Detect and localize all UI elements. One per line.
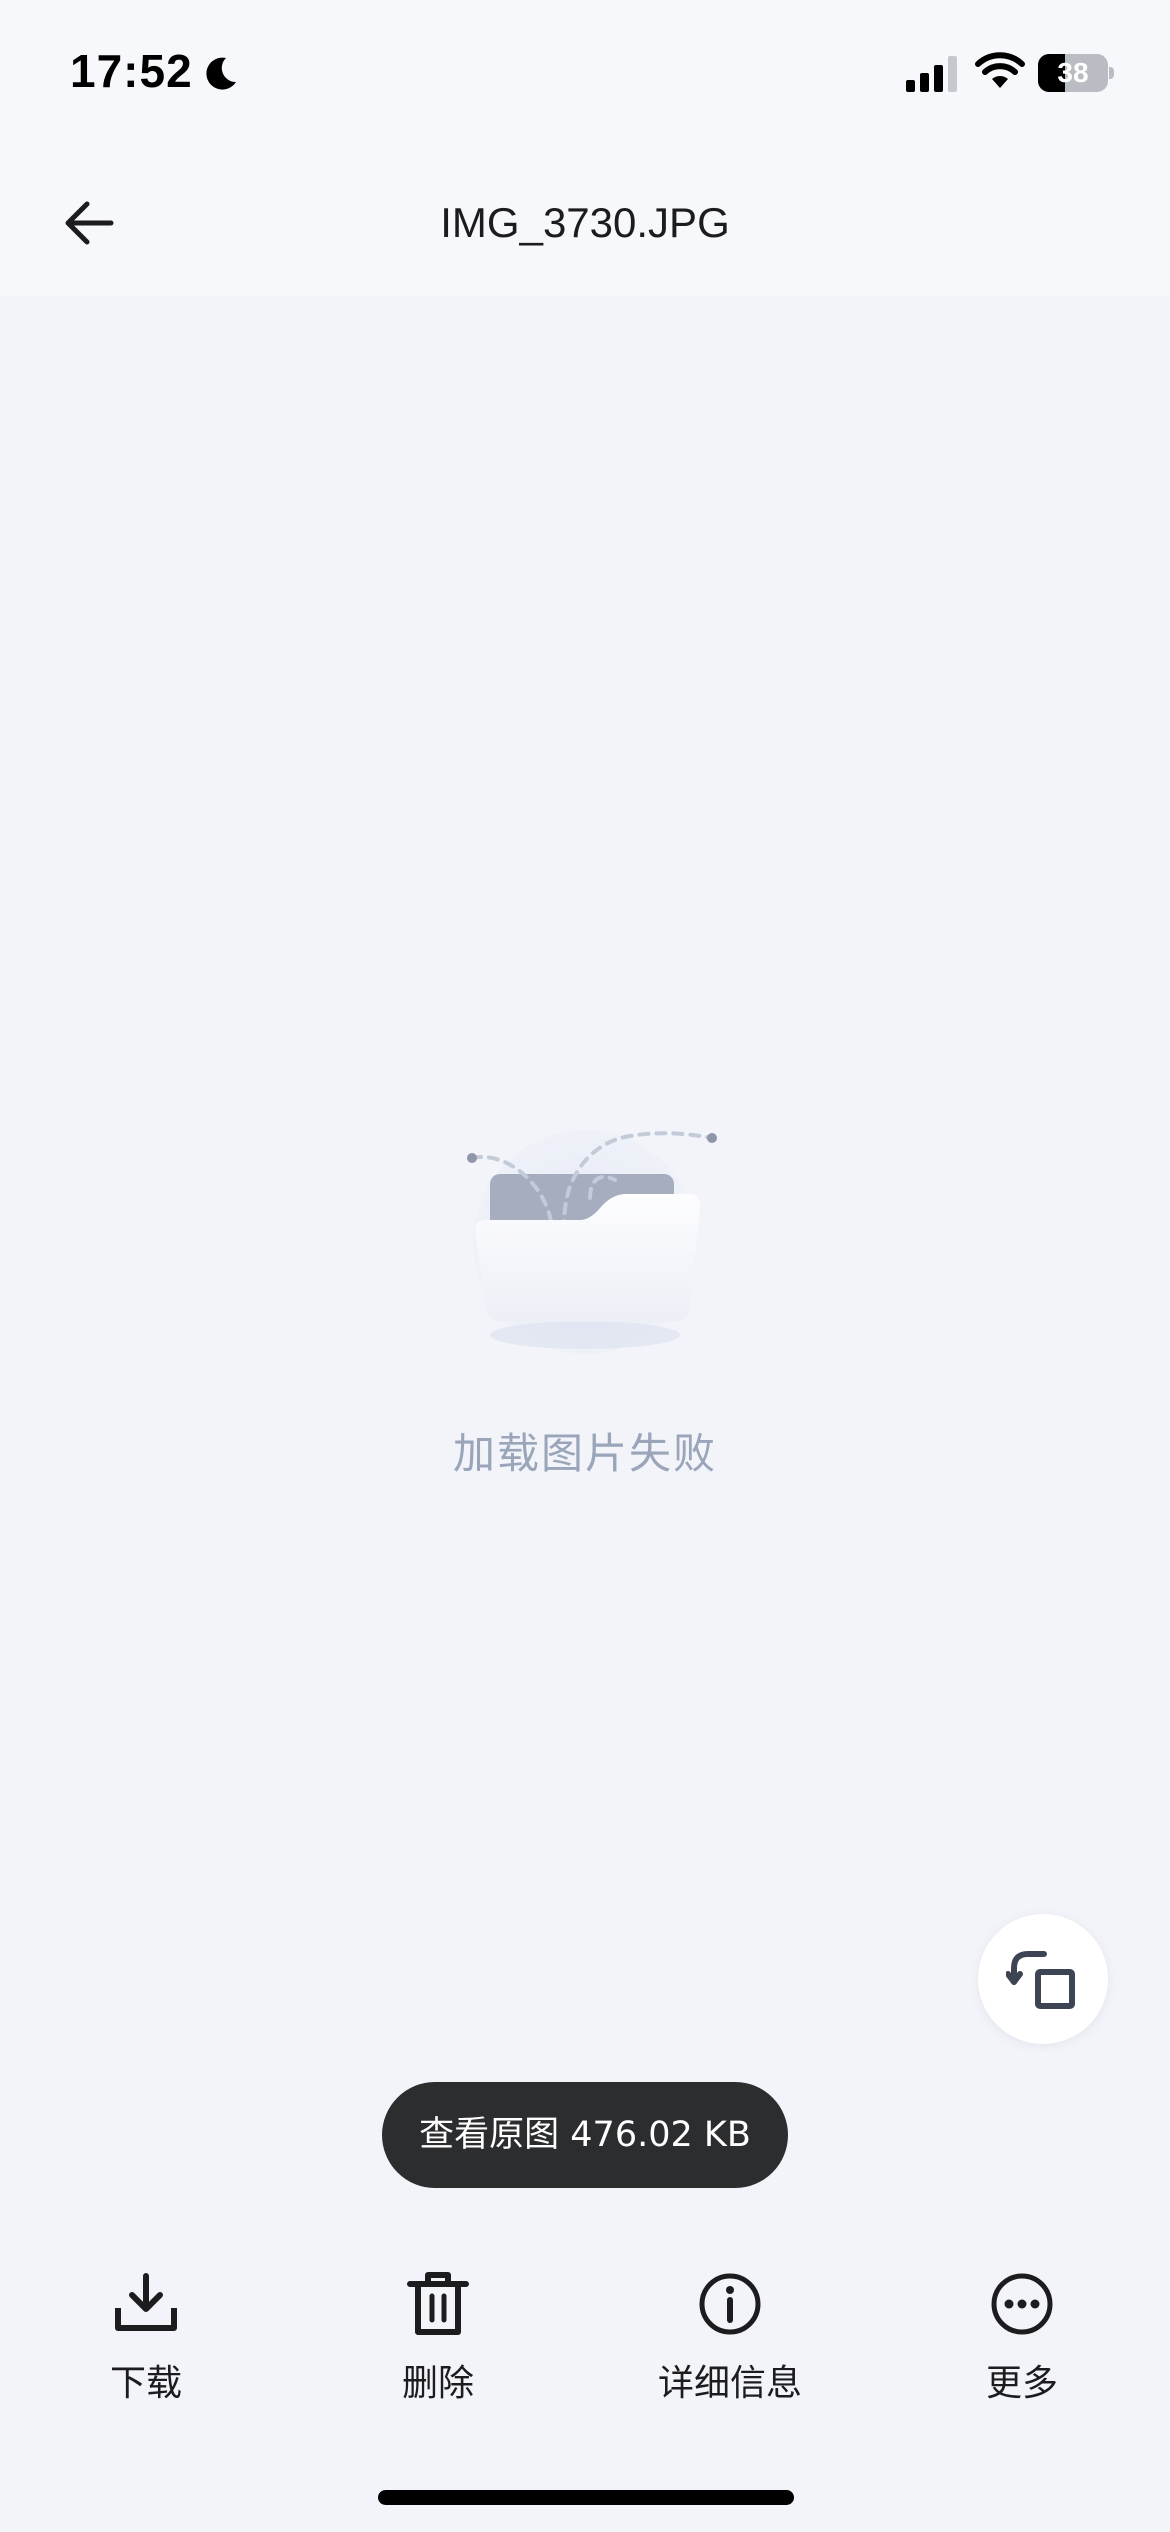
view-original-button[interactable]: 查看原图 476.02 KB [382,2082,788,2188]
rotate-button[interactable] [978,1914,1108,2044]
info-icon [699,2273,761,2335]
delete-label: 删除 [401,2363,474,2404]
details-button[interactable]: 详细信息 [630,2250,830,2430]
status-time: 17:52 [70,45,193,97]
battery-level: 38 [1057,57,1089,88]
details-label: 详细信息 [657,2363,802,2404]
bottom-toolbar: 下载 删除 详细信息 更多 [0,2250,1170,2430]
more-label: 更多 [985,2363,1058,2404]
back-button[interactable] [46,180,132,266]
moon-icon [206,57,236,90]
page-title: IMG_3730.JPG [440,199,730,246]
more-icon [991,2273,1053,2335]
arrow-left-icon [65,201,114,245]
error-message: 加载图片失败 [452,1429,717,1478]
empty-folder-icon [467,1130,717,1354]
battery-icon: 38 [1038,54,1114,92]
rotate-icon [1006,1951,1075,2009]
download-label: 下载 [109,2363,182,2404]
wifi-icon [975,52,1025,88]
more-button[interactable]: 更多 [922,2250,1122,2430]
trash-icon [407,2272,469,2335]
download-icon [115,2273,177,2331]
status-bar: 17:52 38 [0,0,1170,150]
download-button[interactable]: 下载 [46,2250,246,2430]
home-indicator[interactable] [378,2490,794,2505]
delete-button[interactable]: 删除 [338,2250,538,2430]
cellular-signal-icon [906,56,957,92]
navigation-bar: IMG_3730.JPG [0,150,1170,296]
